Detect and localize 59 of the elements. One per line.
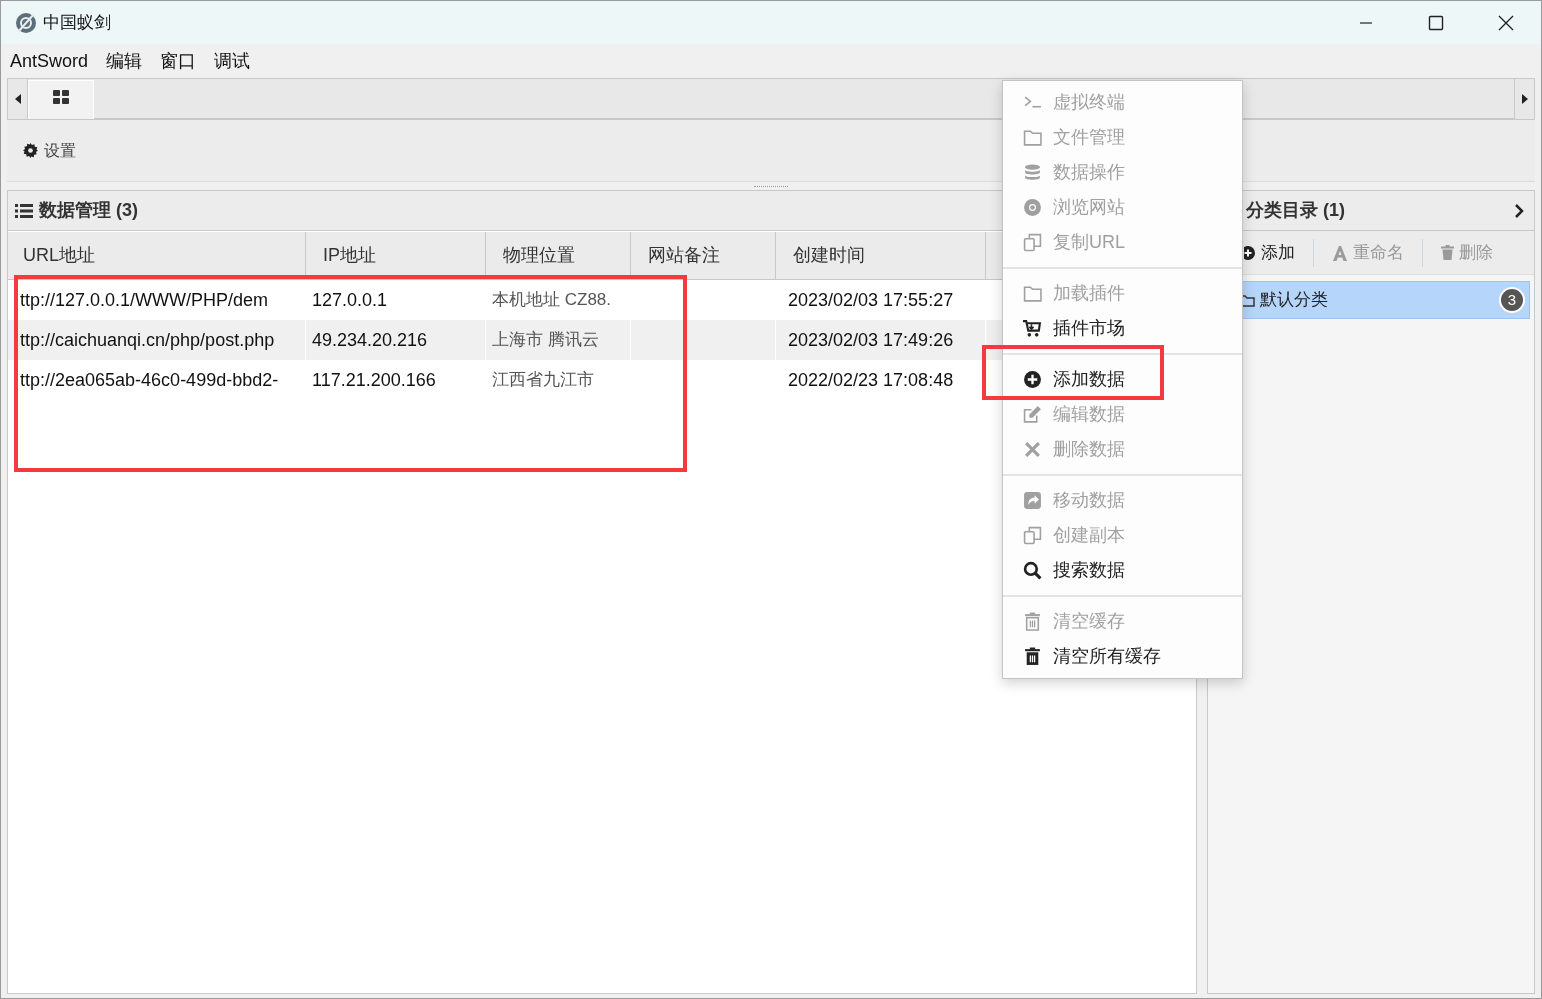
- list-icon: [15, 203, 33, 218]
- close-icon: [1498, 14, 1514, 31]
- count-badge: 3: [1499, 287, 1525, 313]
- table-cell-text: 本机地址 CZ88.: [492, 289, 612, 312]
- letter-a-icon: [1332, 244, 1348, 261]
- share-icon: [1023, 491, 1042, 510]
- browser-icon: [1023, 198, 1042, 217]
- splitter-handle[interactable]: [754, 185, 788, 187]
- table-cell-text: 2022/02/23 17:08:48: [788, 368, 954, 392]
- menu-item[interactable]: 编辑: [101, 47, 148, 75]
- menu-item[interactable]: 窗口: [155, 47, 202, 75]
- menu-item[interactable]: 插件市场: [1003, 313, 1131, 344]
- table-cell-text: 上海市 腾讯云: [492, 329, 599, 352]
- minimize-icon: [1360, 21, 1372, 24]
- chevron-right-icon[interactable]: [1515, 203, 1524, 218]
- menu-item[interactable]: 调试: [209, 47, 256, 75]
- cross-icon: [1023, 440, 1042, 459]
- cart-icon: [1023, 319, 1042, 338]
- table-cell-text: 2023/02/03 17:49:26: [788, 328, 954, 352]
- column-header[interactable]: 创建时间: [776, 232, 986, 279]
- caret-right-icon: [1521, 94, 1528, 104]
- trash-icon: [1023, 612, 1042, 631]
- folder-icon: [1023, 284, 1042, 303]
- table-cell-text: 49.234.20.216: [312, 328, 428, 352]
- table-cell-text: 117.21.200.166: [312, 368, 436, 392]
- copy-icon: [1023, 233, 1042, 252]
- column-header[interactable]: IP地址: [306, 232, 486, 279]
- panel-title: 数据管理 (3): [39, 199, 138, 222]
- folder-icon: [1023, 128, 1042, 147]
- column-header[interactable]: URL地址: [8, 232, 306, 279]
- folder-icon: [1243, 293, 1255, 307]
- grid-icon: [53, 90, 69, 104]
- panel-title: 分类目录 (1): [1246, 199, 1345, 222]
- edit-icon: [1023, 405, 1042, 424]
- menu-item[interactable]: AntSword: [5, 47, 94, 75]
- table-cell-text: 2023/02/03 17:55:27: [788, 288, 954, 312]
- menu-item[interactable]: 添加数据: [1003, 364, 1131, 395]
- settings-button[interactable]: 设置: [23, 138, 76, 163]
- category-label: 默认分类: [1260, 289, 1329, 312]
- dashboard-tab[interactable]: [28, 80, 94, 119]
- column-header[interactable]: 物理位置: [486, 232, 631, 279]
- menu-item[interactable]: 搜索数据: [1003, 555, 1131, 586]
- search-icon: [1023, 561, 1042, 580]
- table-cell-text: ttp://caichuanqi.cn/php/post.php: [20, 328, 275, 352]
- column-header[interactable]: 网站备注: [631, 232, 776, 279]
- table-cell-text: ttp://127.0.0.1/WWW/PHP/dem: [20, 288, 269, 312]
- table-cell-text: 127.0.0.1: [312, 288, 388, 312]
- caret-left-icon: [14, 94, 21, 104]
- app-logo-icon: [15, 11, 37, 34]
- trash-icon: [1441, 245, 1454, 260]
- menu-item[interactable]: 清空所有缓存: [1003, 641, 1167, 672]
- settings-icon: [23, 143, 38, 158]
- trash-icon: [1023, 647, 1042, 666]
- database-icon: [1023, 163, 1042, 182]
- window-title: 中国蚁剑: [43, 11, 111, 34]
- maximize-icon: [1428, 14, 1444, 31]
- copy-icon: [1023, 526, 1042, 545]
- table-cell-text: ttp://2ea065ab-46c0-499d-bbd2-: [20, 368, 279, 392]
- table-cell-text: 江西省九江市: [492, 369, 594, 392]
